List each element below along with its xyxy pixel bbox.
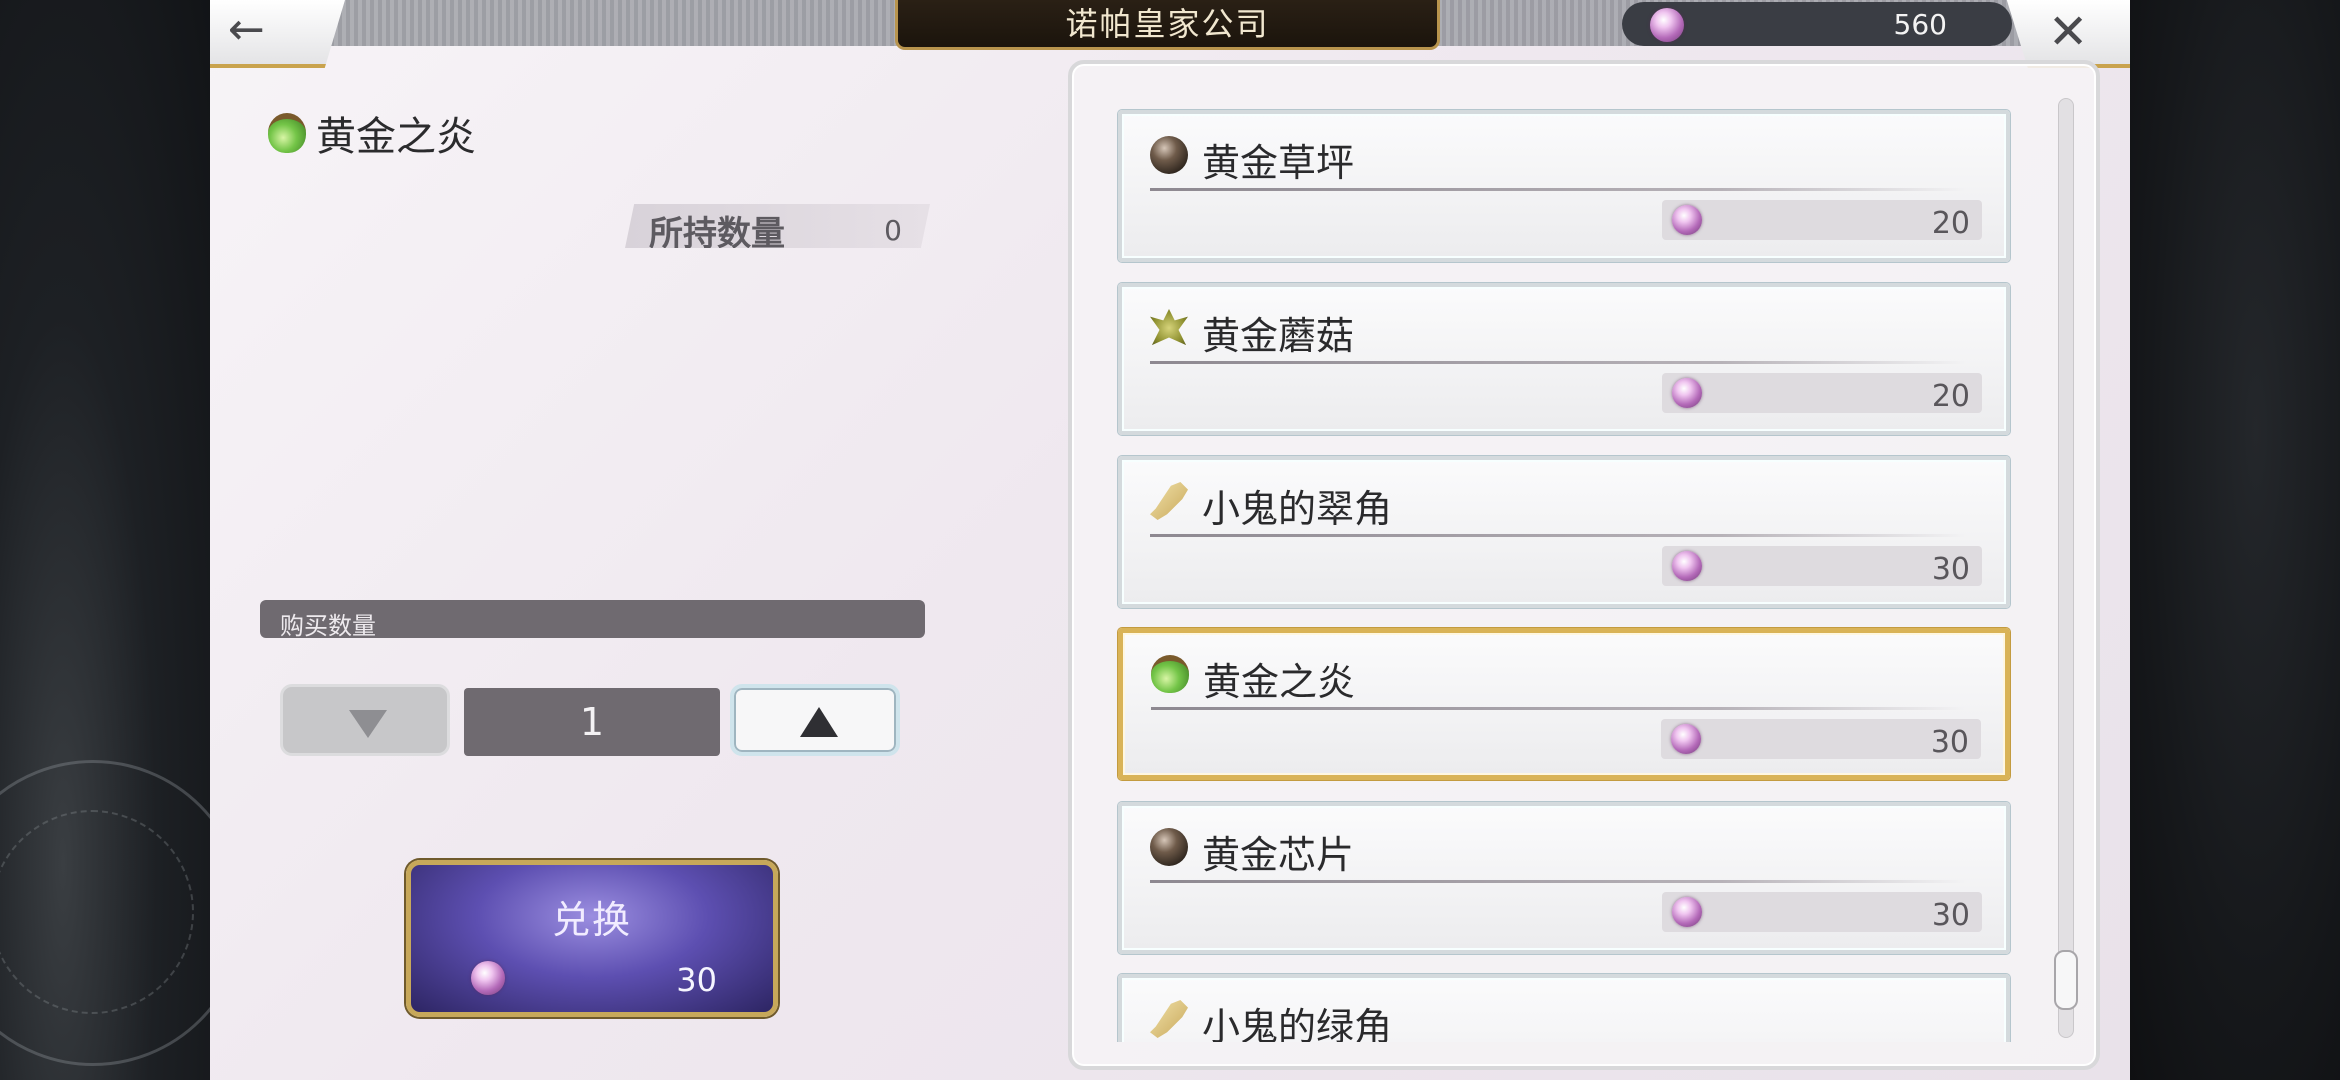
horn-icon [1150, 1000, 1188, 1038]
leaf-icon [1150, 309, 1188, 346]
owned-value: 0 [884, 214, 902, 247]
left-side-background [0, 0, 246, 1080]
price-box: 30 [1662, 892, 1982, 933]
shop-item-name: 小鬼的绿角 [1202, 1005, 1393, 1042]
purple-gem-icon [1672, 551, 1702, 581]
divider [1151, 707, 1965, 710]
green-potion-icon [268, 113, 306, 153]
shop-title-plate: 诺帕皇家公司 [895, 0, 1440, 50]
price-box: 20 [1662, 373, 1982, 414]
quantity-header: 购买数量 [260, 600, 925, 640]
purple-gem-icon [1650, 8, 1684, 42]
price-box: 30 [1662, 546, 1982, 587]
price-box: 20 [1662, 200, 1982, 241]
list-scroll-thumb[interactable] [2054, 950, 2078, 1010]
dark-orb-icon [1150, 828, 1188, 866]
left-arrow-icon: ← [228, 4, 265, 55]
divider [1150, 534, 1966, 537]
right-side-background [2130, 0, 2340, 1080]
owned-label: 所持数量 [649, 214, 785, 254]
dark-orb-icon [1150, 136, 1188, 174]
shop-item-price: 30 [1931, 552, 1970, 587]
purple-gem-icon [1672, 205, 1702, 235]
divider [1150, 361, 1966, 364]
chevron-up-icon [800, 707, 838, 737]
shop-item-name: 小鬼的翠角 [1202, 487, 1393, 531]
purple-gem-icon [1672, 378, 1702, 408]
exchange-cost: 30 [676, 961, 717, 999]
shop-item-price: 20 [1931, 379, 1970, 414]
exchange-label: 兑换 [551, 898, 632, 942]
shop-item-list[interactable]: 黄金草坪 20 黄金蘑菇 20 小鬼的翠角 30 黄金之炎 30 黄金芯片 30… [1110, 96, 2020, 1042]
decrease-quantity-button[interactable] [280, 684, 450, 756]
selected-item-name: 黄金之炎 [316, 114, 476, 160]
exchange-button[interactable]: 兑换 30 [406, 860, 778, 1017]
shop-item-card[interactable]: 小鬼的绿角 [1118, 974, 2010, 1042]
shop-item-card[interactable]: 黄金芯片 30 [1118, 802, 2010, 954]
shop-item-name: 黄金之炎 [1203, 660, 1356, 704]
quantity-value: 1 [464, 688, 720, 756]
currency-amount: 560 [1893, 8, 1947, 41]
purple-gem-icon [471, 961, 505, 995]
list-scrollbar[interactable] [2058, 98, 2074, 1038]
purple-gem-icon [1671, 724, 1701, 754]
shop-item-card-selected[interactable]: 黄金之炎 30 [1118, 628, 2010, 780]
back-button[interactable]: ← [210, 0, 345, 68]
shop-item-price: 30 [1930, 725, 1969, 760]
shop-title: 诺帕皇家公司 [1065, 5, 1270, 43]
purple-gem-icon [1672, 897, 1702, 927]
shop-item-name: 黄金草坪 [1202, 141, 1355, 185]
shop-item-name: 黄金蘑菇 [1202, 314, 1355, 358]
shop-item-price: 30 [1931, 898, 1970, 933]
shop-item-name: 黄金芯片 [1202, 833, 1355, 877]
divider [1150, 880, 1966, 883]
owned-count-box: 所持数量 0 [625, 204, 930, 248]
horn-icon [1150, 482, 1188, 520]
increase-quantity-button[interactable] [730, 684, 900, 756]
green-potion-icon [1151, 655, 1189, 693]
selected-item-title: 黄金之炎 [268, 108, 476, 160]
quantity-label: 购买数量 [280, 612, 376, 640]
close-icon: ✕ [2048, 4, 2089, 60]
currency-display: 560 [1622, 2, 2012, 46]
shop-item-card[interactable]: 黄金草坪 20 [1118, 110, 2010, 262]
shop-item-price: 20 [1931, 206, 1970, 241]
chevron-down-icon [349, 710, 387, 738]
divider [1150, 188, 1966, 191]
shop-item-card[interactable]: 小鬼的翠角 30 [1118, 456, 2010, 608]
price-box: 30 [1661, 719, 1981, 760]
shop-item-card[interactable]: 黄金蘑菇 20 [1118, 283, 2010, 435]
